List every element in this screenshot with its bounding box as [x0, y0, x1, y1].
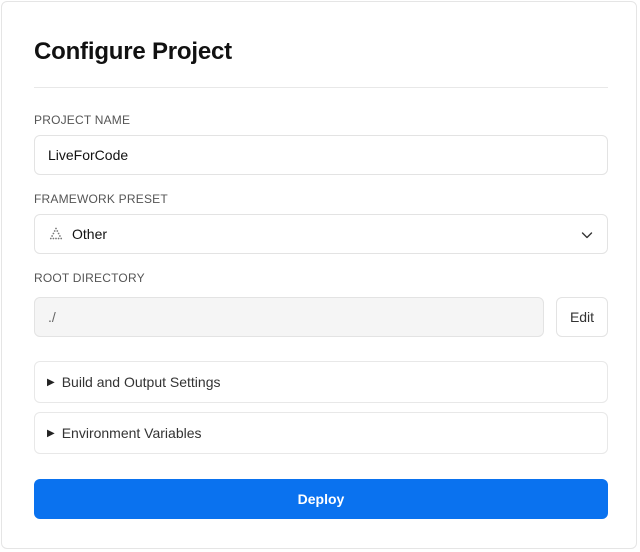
framework-preset-value: Other — [72, 226, 108, 242]
root-directory-value: ./ — [48, 309, 56, 325]
project-name-field[interactable] — [34, 135, 608, 175]
build-output-settings-toggle[interactable]: ▶ Build and Output Settings — [34, 361, 608, 403]
framework-preset-label: FRAMEWORK PRESET — [34, 192, 168, 206]
edit-root-directory-button[interactable]: Edit — [556, 297, 608, 337]
project-name-label: PROJECT NAME — [34, 113, 131, 127]
build-output-settings-label: Build and Output Settings — [61, 374, 221, 390]
environment-variables-toggle[interactable]: ▶ Environment Variables — [34, 412, 608, 454]
triangle-right-icon: ▶ — [47, 427, 55, 439]
page-title: Configure Project — [34, 38, 232, 65]
root-directory-label: ROOT DIRECTORY — [34, 271, 145, 285]
configure-project-card: Configure Project PROJECT NAME FRAMEWORK… — [1, 1, 637, 549]
chevron-down-icon — [579, 227, 595, 243]
title-divider — [34, 87, 608, 88]
project-name-input[interactable] — [48, 147, 607, 163]
triangle-dots-icon — [48, 227, 64, 241]
environment-variables-label: Environment Variables — [61, 425, 202, 441]
root-directory-field: ./ — [34, 297, 544, 337]
framework-preset-select[interactable]: Other — [34, 214, 608, 254]
triangle-right-icon: ▶ — [47, 376, 55, 388]
deploy-button[interactable]: Deploy — [34, 479, 608, 519]
